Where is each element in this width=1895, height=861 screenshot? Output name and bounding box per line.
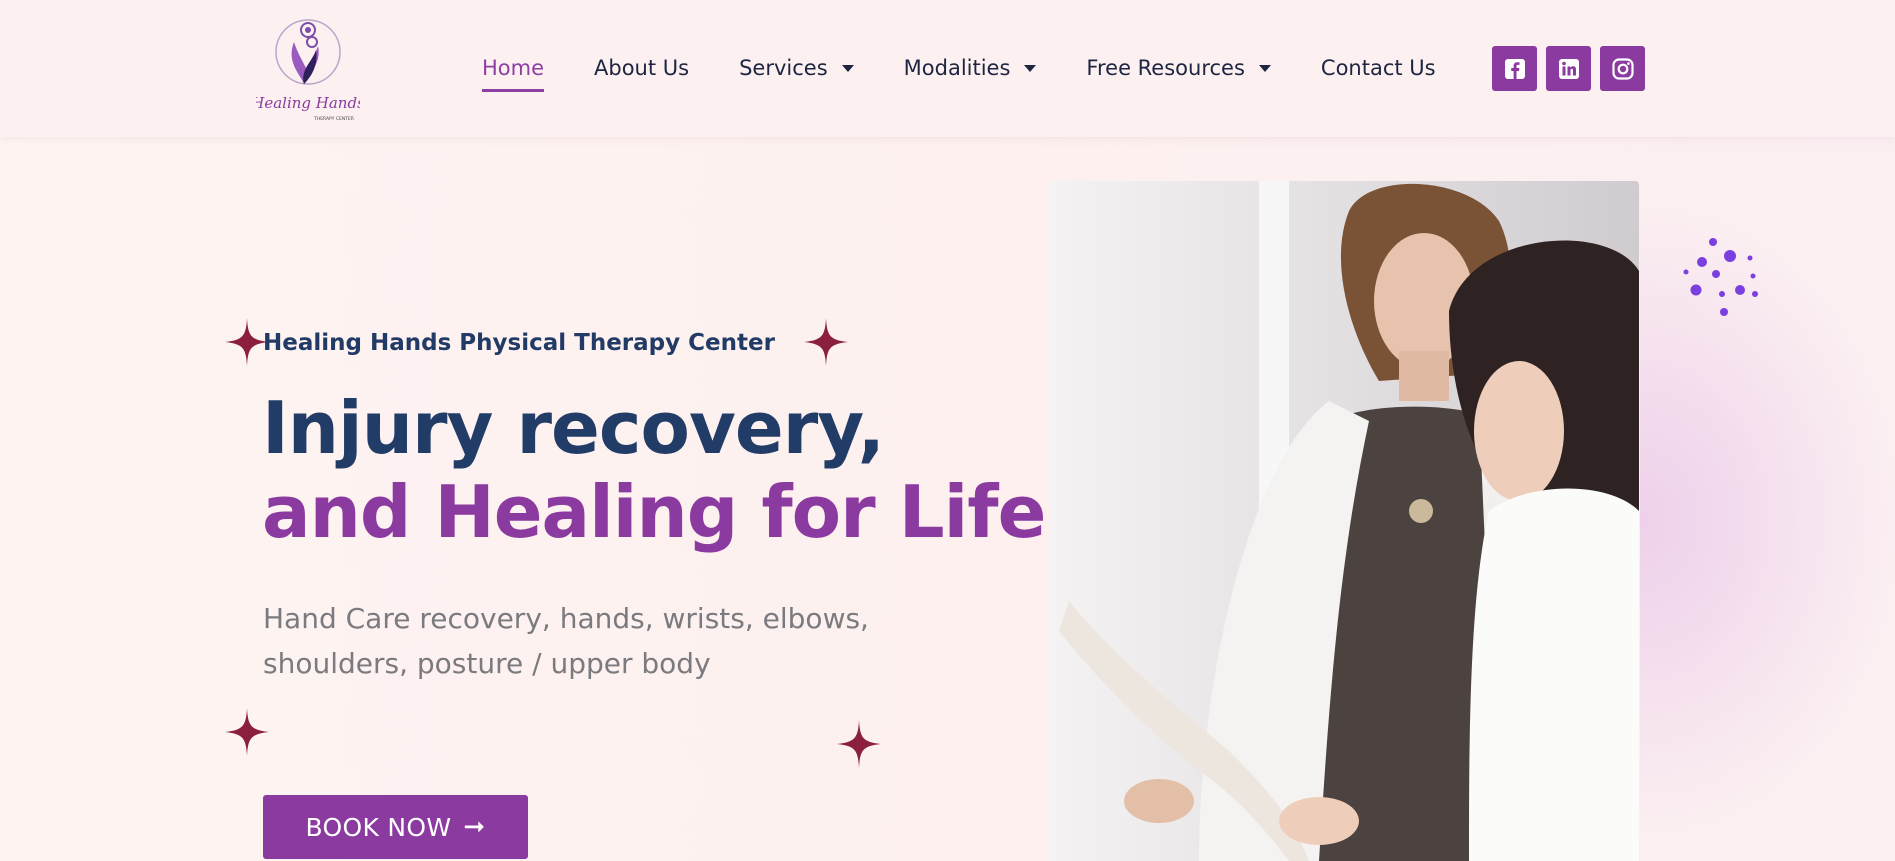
- book-now-label: BOOK NOW: [305, 812, 452, 842]
- facebook-button[interactable]: [1492, 46, 1537, 91]
- chevron-down-icon: [1024, 64, 1037, 72]
- nav-services[interactable]: Services: [739, 50, 854, 86]
- sparkle-icon: [225, 708, 269, 756]
- nav-about-us-label: About Us: [594, 56, 690, 80]
- instagram-button[interactable]: [1600, 46, 1645, 91]
- chevron-down-icon: [841, 64, 854, 72]
- nav-free-resources[interactable]: Free Resources: [1086, 50, 1271, 86]
- nav-about-us[interactable]: About Us: [594, 50, 689, 86]
- nav-contact-us[interactable]: Contact Us: [1321, 50, 1436, 86]
- therapist-with-patient-photo: [1049, 181, 1639, 861]
- decorative-glow: [1640, 200, 1895, 840]
- nav-free-resources-label: Free Resources: [1086, 56, 1245, 80]
- main-nav: Home About Us Services Modalities Free R…: [482, 50, 1486, 100]
- decorative-dots: [1683, 238, 1758, 316]
- nav-home[interactable]: Home: [482, 50, 545, 92]
- linkedin-icon: [1558, 58, 1579, 79]
- nav-home-label: Home: [482, 56, 545, 80]
- book-now-button[interactable]: BOOK NOW ➞: [263, 795, 528, 859]
- sparkle-icon: [804, 318, 848, 366]
- hero-title-line-1: Injury recovery,: [262, 386, 885, 470]
- nav-modalities[interactable]: Modalities: [904, 50, 1037, 86]
- healing-hands-logo[interactable]: Healing Hands THERAPY CENTER: [250, 12, 365, 124]
- arrow-right-icon: ➞: [463, 812, 486, 842]
- linkedin-button[interactable]: [1546, 46, 1591, 91]
- nav-contact-us-label: Contact Us: [1320, 56, 1436, 80]
- nav-services-label: Services: [739, 56, 828, 80]
- hero-title-line-2: and Healing for Life: [262, 470, 1046, 554]
- hero-photo: [1049, 181, 1639, 861]
- hero-subtitle: Hand Care recovery, hands, wrists, elbow…: [263, 602, 869, 680]
- hero-eyebrow: Healing Hands Physical Therapy Center: [263, 330, 775, 356]
- logo-tagline: THERAPY CENTER: [313, 116, 354, 122]
- instagram-icon: [1611, 57, 1634, 80]
- logo-wordmark: Healing Hands: [256, 94, 360, 112]
- nav-modalities-label: Modalities: [903, 56, 1011, 80]
- facebook-square-icon: [1504, 58, 1525, 79]
- chevron-down-icon: [1258, 64, 1271, 72]
- site-header: Healing Hands THERAPY CENTER Home About …: [0, 0, 1895, 137]
- sparkle-icon: [837, 720, 881, 768]
